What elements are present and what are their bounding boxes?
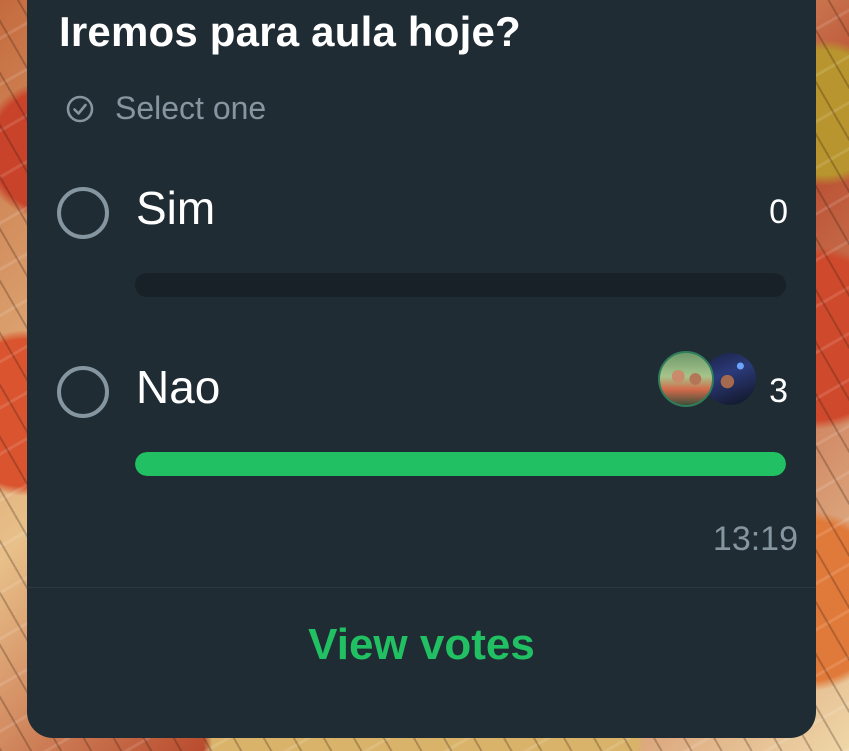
view-votes-button[interactable]: View votes <box>27 620 816 670</box>
radio-button[interactable] <box>57 187 109 239</box>
radio-button[interactable] <box>57 366 109 418</box>
avatar <box>658 351 714 407</box>
poll-option-sim[interactable]: Sim 0 <box>57 182 792 297</box>
vote-progress-bar <box>135 273 786 297</box>
voter-avatars[interactable] <box>658 351 758 407</box>
message-timestamp: 13:19 <box>712 520 798 558</box>
vote-progress-bar <box>135 452 786 476</box>
vote-progress-fill <box>135 452 786 476</box>
vote-count: 0 <box>769 193 788 231</box>
poll-question: Iremos para aula hoje? <box>59 8 521 55</box>
vote-count: 3 <box>769 372 788 410</box>
poll-option-label: Sim <box>136 182 216 234</box>
divider <box>27 587 816 588</box>
poll-hint: Select one <box>65 90 266 127</box>
poll-message-bubble: Iremos para aula hoje? Select one Sim 0 … <box>27 0 816 738</box>
poll-option-nao[interactable]: Nao 3 <box>57 351 792 476</box>
poll-option-label: Nao <box>136 361 221 413</box>
check-circle-icon <box>66 95 94 122</box>
poll-hint-label: Select one <box>115 90 267 126</box>
